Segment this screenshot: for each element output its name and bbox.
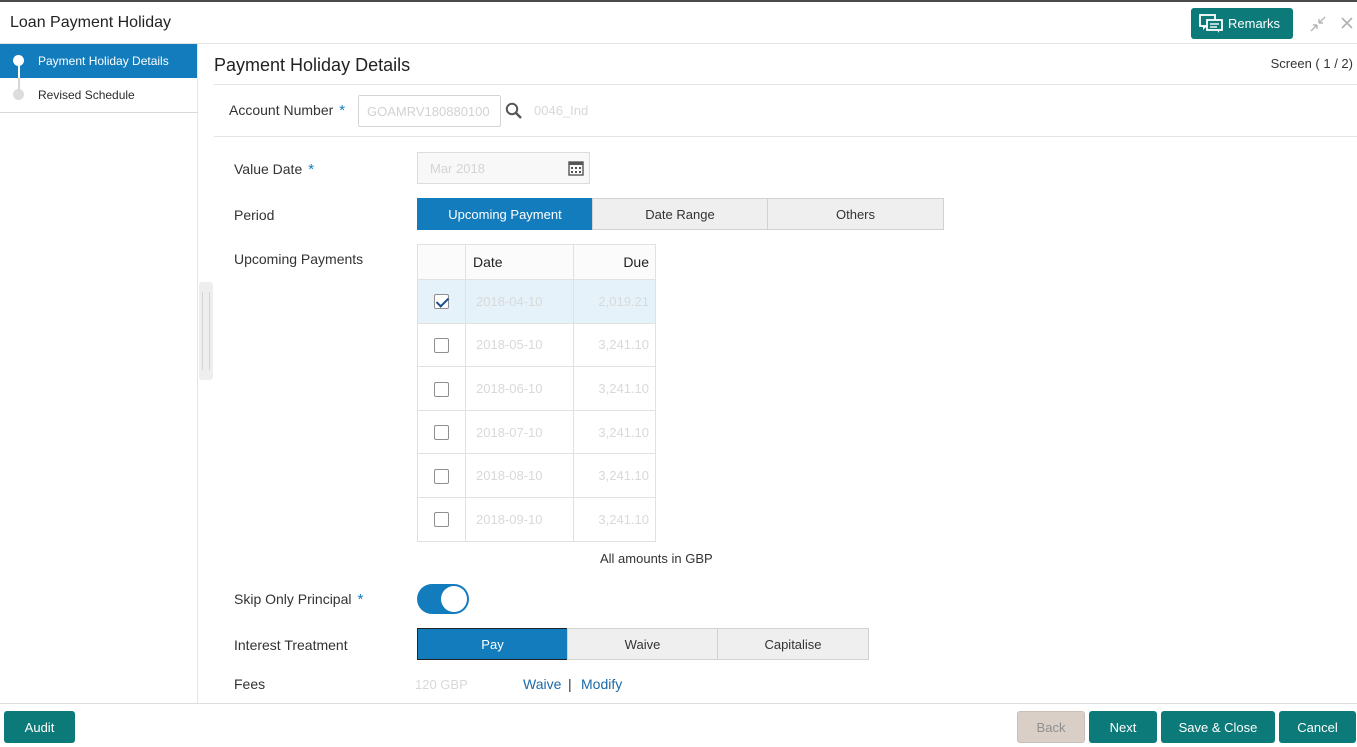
calendar-icon[interactable] (568, 160, 584, 181)
audit-button[interactable]: Audit (4, 711, 75, 743)
step-active-icon (13, 55, 24, 66)
app-title: Loan Payment Holiday (10, 14, 171, 31)
account-number-input[interactable]: GOAMRV180880100 (358, 95, 501, 127)
table-row[interactable]: 2018-05-10 3,241.10 (417, 322, 656, 368)
step-connector (18, 66, 20, 78)
divider (214, 136, 1357, 137)
row-due: 3,241.10 (573, 453, 656, 498)
due-column-header: Due (573, 244, 656, 280)
row-checkbox[interactable] (434, 468, 449, 484)
divider (214, 84, 1357, 85)
sidebar: Payment Holiday Details Revised Schedule (0, 44, 198, 703)
table-row[interactable]: 2018-07-10 3,241.10 (417, 409, 656, 455)
value-date-label: Value Date * (234, 161, 315, 178)
row-checkbox[interactable] (434, 337, 449, 353)
row-date: 2018-09-10 (465, 496, 574, 542)
next-button[interactable]: Next (1089, 711, 1157, 743)
select-column-header (417, 244, 466, 280)
back-button[interactable]: Back (1017, 711, 1085, 743)
interest-option-pay[interactable]: Pay (417, 628, 568, 660)
link-separator: | (568, 676, 572, 692)
row-due: 3,241.10 (573, 322, 656, 368)
sidebar-item-revised-schedule[interactable]: Revised Schedule (0, 78, 197, 112)
fees-label: Fees (234, 676, 266, 692)
upcoming-payments-label: Upcoming Payments (234, 251, 364, 267)
value-date-input[interactable]: Mar 2018 (417, 152, 590, 184)
row-due: 3,241.10 (573, 409, 656, 455)
row-due: 3,241.10 (573, 366, 656, 411)
toggle-knob (441, 586, 467, 612)
sidebar-item-label: Payment Holiday Details (38, 54, 169, 68)
upcoming-payments-table: Date Due 2018-04-10 2,019.21 2018-05-10 … (417, 244, 656, 542)
account-number-label: Account Number * (229, 102, 346, 119)
fees-waive-link[interactable]: Waive (523, 676, 561, 692)
table-row[interactable]: 2018-06-10 3,241.10 (417, 366, 656, 411)
cancel-button[interactable]: Cancel (1279, 711, 1356, 743)
row-checkbox[interactable] (434, 381, 449, 397)
row-due: 2,019.21 (573, 279, 656, 324)
step-inactive-icon (13, 89, 24, 100)
period-segmented-control: Upcoming Payment Date Range Others (417, 198, 944, 230)
row-date: 2018-07-10 (465, 409, 574, 455)
interest-option-capitalise[interactable]: Capitalise (717, 628, 869, 660)
step-connector (18, 78, 20, 90)
period-option-others[interactable]: Others (767, 198, 944, 230)
interest-option-waive[interactable]: Waive (567, 628, 718, 660)
search-icon[interactable] (505, 102, 523, 125)
row-due: 3,241.10 (573, 496, 656, 542)
screen-indicator: Screen ( 1 / 2) (1270, 56, 1353, 71)
remarks-icon (1199, 13, 1223, 33)
date-column-header: Date (465, 244, 574, 280)
row-checkbox[interactable] (434, 512, 449, 528)
period-option-upcoming-payment[interactable]: Upcoming Payment (417, 198, 593, 230)
amounts-currency-note: All amounts in GBP (600, 551, 713, 566)
sidebar-item-payment-holiday-details[interactable]: Payment Holiday Details (0, 44, 197, 78)
row-date: 2018-06-10 (465, 366, 574, 411)
row-checkbox[interactable] (434, 425, 449, 441)
fees-value: 120 GBP (415, 677, 468, 692)
row-checkbox[interactable] (434, 294, 449, 310)
interest-treatment-segmented-control: Pay Waive Capitalise (417, 628, 869, 660)
minimize-icon[interactable] (1310, 16, 1326, 32)
save-close-button[interactable]: Save & Close (1161, 711, 1275, 743)
table-row[interactable]: 2018-08-10 3,241.10 (417, 453, 656, 498)
header-bar: Loan Payment Holiday Remarks (0, 2, 1357, 44)
account-name: 0046_Ind (534, 103, 589, 118)
fees-modify-link[interactable]: Modify (581, 676, 622, 692)
skip-only-principal-toggle[interactable] (417, 584, 469, 614)
remarks-button[interactable]: Remarks (1191, 8, 1293, 39)
main-content: Payment Holiday Details Screen ( 1 / 2) … (199, 44, 1357, 703)
period-option-date-range[interactable]: Date Range (592, 198, 768, 230)
row-date: 2018-08-10 (465, 453, 574, 498)
table-row[interactable]: 2018-09-10 3,241.10 (417, 496, 656, 542)
row-date: 2018-05-10 (465, 322, 574, 368)
footer-bar: Audit Back Next Save & Close Cancel (0, 703, 1357, 747)
row-date: 2018-04-10 (465, 279, 574, 324)
skip-only-principal-label: Skip Only Principal * (234, 591, 364, 608)
page-title: Payment Holiday Details (214, 55, 411, 75)
interest-treatment-label: Interest Treatment (234, 637, 348, 653)
sidebar-item-label: Revised Schedule (38, 88, 135, 102)
period-label: Period (234, 207, 275, 223)
sidebar-divider (0, 112, 198, 113)
table-row[interactable]: 2018-04-10 2,019.21 (417, 279, 656, 324)
close-icon[interactable] (1340, 16, 1354, 30)
remarks-label: Remarks (1228, 16, 1281, 31)
